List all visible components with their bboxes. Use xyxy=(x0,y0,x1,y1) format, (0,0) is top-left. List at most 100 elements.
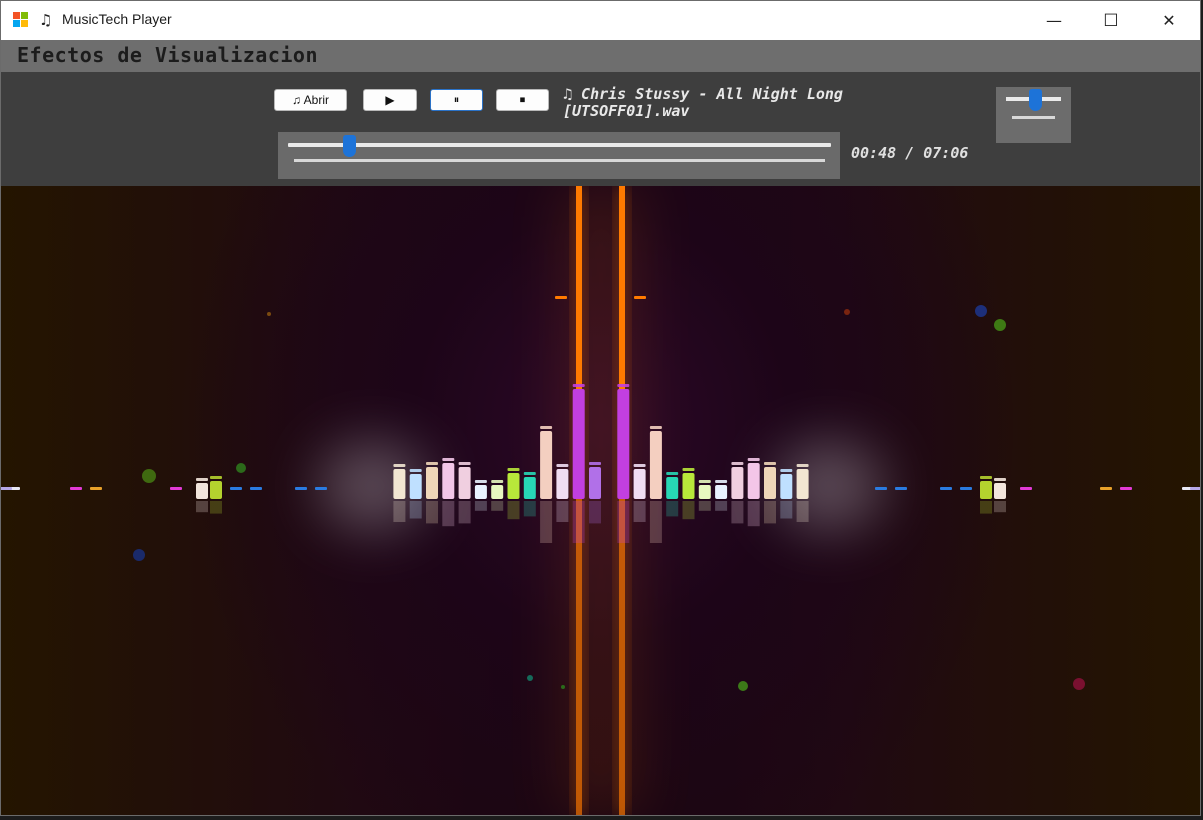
maximize-button[interactable]: ☐ xyxy=(1082,1,1140,40)
spectrum-bar xyxy=(764,467,776,499)
spectrum-peak xyxy=(747,458,760,461)
spectrum-bar xyxy=(474,485,487,499)
spectrum-reflection xyxy=(796,501,809,522)
spectrum-peak xyxy=(523,472,536,475)
spectrum-peak xyxy=(458,462,471,465)
spectrum-reflection xyxy=(731,501,744,524)
spectrum-peak xyxy=(426,462,438,465)
spectrum-peak xyxy=(315,487,327,490)
spectrum-reflection xyxy=(747,501,760,527)
spectrum-reflection xyxy=(633,501,646,522)
seek-thumb[interactable] xyxy=(343,135,357,157)
spectrum-reflection xyxy=(649,501,662,543)
play-button[interactable]: ▶ xyxy=(363,89,417,111)
particle xyxy=(133,549,145,561)
spectrum-reflection xyxy=(540,501,553,543)
spectrum-reflection xyxy=(409,501,422,519)
spectrum-peak xyxy=(170,487,182,490)
spectrum-bar xyxy=(523,477,536,499)
seek-slider[interactable] xyxy=(278,132,840,179)
spectrum-reflection xyxy=(780,501,793,519)
spectrum-reflection xyxy=(474,501,487,511)
spectrum-visualizer xyxy=(1,186,1200,815)
spectrum-peak xyxy=(540,426,553,429)
spectrum-peak xyxy=(764,462,776,465)
stop-button[interactable]: ⏹ xyxy=(496,89,549,111)
controls-panel: ♫ Abrir ▶ ⏸ ⏹ ♫ Chris Stussy - All Night… xyxy=(1,72,1200,186)
spectrum-peak xyxy=(507,468,520,471)
spectrum-peak xyxy=(572,384,585,387)
particle xyxy=(561,685,565,689)
volume-thumb[interactable] xyxy=(1028,89,1042,111)
spectrum-peak xyxy=(393,464,406,467)
particle xyxy=(236,463,246,473)
spectrum-peak xyxy=(617,384,630,387)
spectrum-reflection xyxy=(764,501,776,524)
spectrum-peak xyxy=(1,487,12,490)
spectrum-bar xyxy=(491,485,504,499)
app-window: ♫ MusicTech Player — ☐ ✕ Efectos de Visu… xyxy=(0,0,1201,816)
particle xyxy=(738,681,748,691)
spectrum-reflection xyxy=(666,501,679,517)
spectrum-peak xyxy=(796,464,809,467)
spectrum-bar xyxy=(540,431,553,499)
spectrum-reflection xyxy=(980,501,992,514)
close-button[interactable]: ✕ xyxy=(1140,1,1198,40)
spectrum-reflection xyxy=(715,501,728,511)
volume-scale xyxy=(1012,116,1055,119)
spectrum-reflection xyxy=(196,501,208,513)
minimize-button[interactable]: — xyxy=(1025,1,1083,40)
window-title: MusicTech Player xyxy=(62,11,172,27)
spectrum-reflection xyxy=(994,501,1006,513)
header-bar: Efectos de Visualizacion xyxy=(1,40,1200,72)
spectrum-peak xyxy=(442,458,455,461)
seek-scale xyxy=(294,159,825,162)
spectrum-bar xyxy=(796,469,809,499)
spectrum-peak xyxy=(1020,487,1032,490)
open-button[interactable]: ♫ Abrir xyxy=(274,89,347,111)
spectrum-peak xyxy=(649,426,662,429)
spectrum-bar xyxy=(556,469,569,499)
spectrum-peak xyxy=(698,480,711,483)
spectrum-reflection xyxy=(572,501,585,543)
spectrum-bar xyxy=(666,477,679,499)
spectrum-bar xyxy=(426,467,438,499)
spectrum-reflection xyxy=(393,501,406,522)
spectrum-reflection xyxy=(507,501,520,520)
beam-peak-marker xyxy=(555,296,567,299)
spectrum-bar xyxy=(649,431,662,499)
spectrum-peak xyxy=(210,476,222,479)
spectrum-reflection xyxy=(556,501,569,522)
spectrum-reflection xyxy=(491,501,504,511)
spectrum-peak xyxy=(715,480,728,483)
beam-reflection xyxy=(619,499,625,815)
volume-slider[interactable] xyxy=(996,87,1071,143)
spectrum-bar xyxy=(442,463,455,499)
spectrum-peak xyxy=(196,478,208,481)
spectrum-reflection xyxy=(523,501,536,517)
spectrum-reflection xyxy=(210,501,222,514)
spectrum-peak xyxy=(633,464,646,467)
spectrum-peak xyxy=(780,469,793,472)
track-title: ♫ Chris Stussy - All Night Long [UTSOFF0… xyxy=(563,85,843,120)
spectrum-peak xyxy=(1100,487,1112,490)
spectrum-bar xyxy=(994,483,1006,499)
pause-button[interactable]: ⏸ xyxy=(430,89,483,111)
spectrum-peak xyxy=(295,487,307,490)
spectrum-bar xyxy=(458,467,471,499)
title-bar: ♫ MusicTech Player — ☐ ✕ xyxy=(1,1,1200,40)
spectrum-peak xyxy=(230,487,242,490)
spectrum-reflection xyxy=(458,501,471,524)
spectrum-peak xyxy=(682,468,695,471)
spectrum-reflection xyxy=(698,501,711,511)
spectrum-peak xyxy=(90,487,102,490)
spectrum-peak xyxy=(409,469,422,472)
spectrum-peak xyxy=(589,462,601,465)
spectrum-peak xyxy=(895,487,907,490)
particle xyxy=(844,309,850,315)
particle xyxy=(142,469,156,483)
spectrum-peak xyxy=(1120,487,1132,490)
page-title: Efectos de Visualizacion xyxy=(17,43,318,67)
spectrum-bar xyxy=(210,481,222,499)
spectrum-peak xyxy=(666,472,679,475)
